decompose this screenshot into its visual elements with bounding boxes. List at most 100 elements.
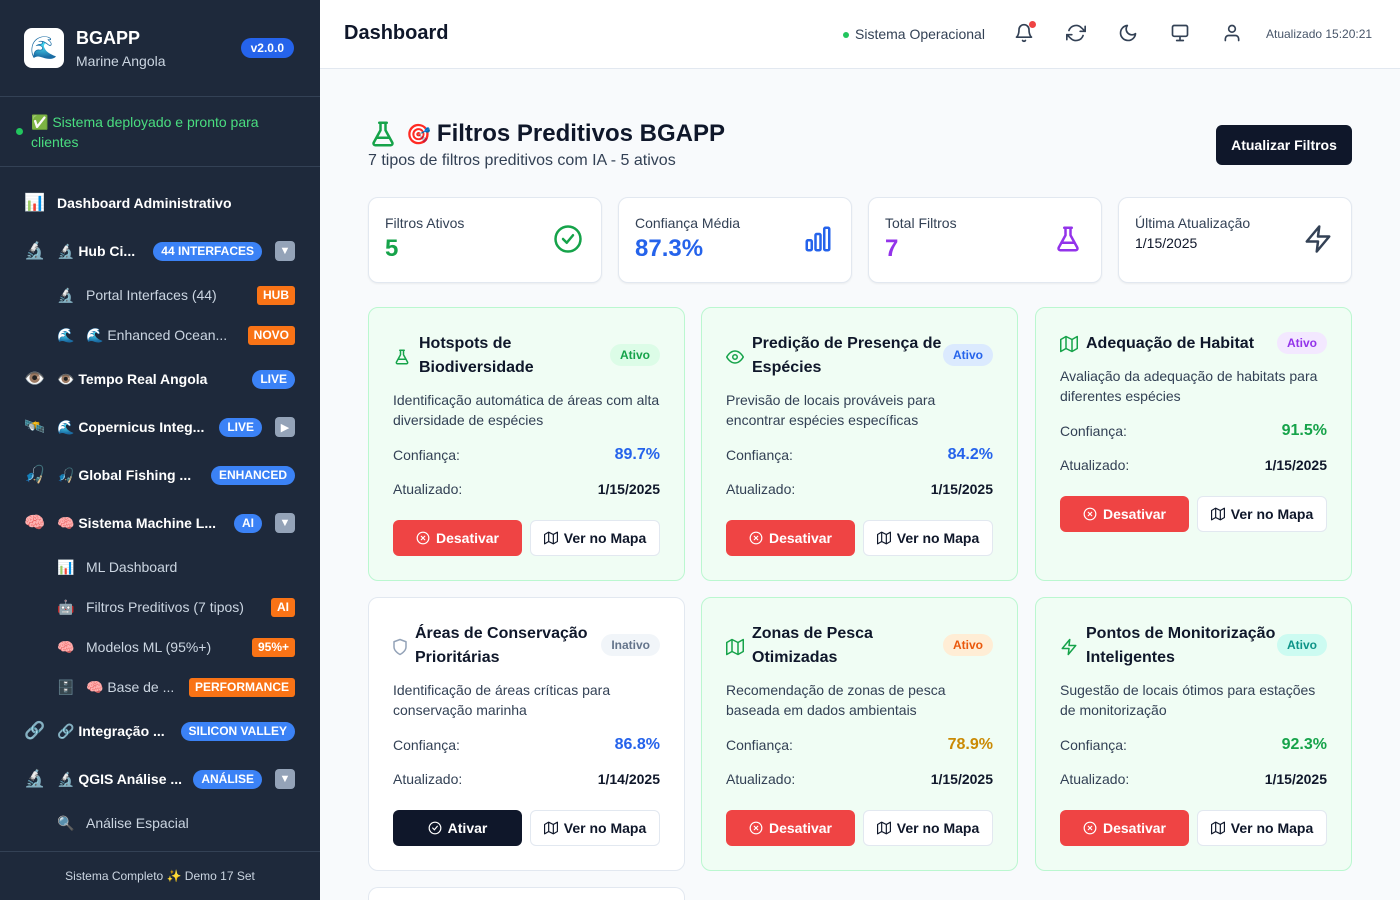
confidence-value: 86.8% bbox=[614, 736, 660, 753]
sidebar-item-tempo-real[interactable]: 👁️ 👁️ Tempo Real Angola LIVE bbox=[0, 361, 320, 397]
sidebar-item-modelos-ml[interactable]: 🧠 Modelos ML (95%+) 95%+ bbox=[0, 629, 320, 665]
section-title-text: Filtros Preditivos BGAPP bbox=[436, 120, 725, 147]
confidence-value: 92.3% bbox=[1281, 736, 1327, 753]
deactivate-button[interactable]: Desativar bbox=[1060, 496, 1189, 532]
sidebar-item-label: 🧠 Base de ... bbox=[86, 678, 175, 695]
sidebar-badge: HUB bbox=[257, 285, 295, 305]
view-map-label: Ver no Mapa bbox=[563, 530, 647, 546]
filter-card-conservation-areas: Áreas de Conservação Prioritárias Inativ… bbox=[368, 597, 685, 871]
sidebar-item-global-fishing[interactable]: 🎣 🎣 Global Fishing ... ENHANCED bbox=[0, 457, 320, 493]
sidebar-item-base-de[interactable]: 🗄️ 🧠 Base de ... PERFORMANCE bbox=[0, 669, 320, 705]
user-icon[interactable] bbox=[1222, 23, 1244, 45]
sidebar-footer: Sistema Completo ✨ Demo 17 Set bbox=[0, 851, 320, 900]
x-circle-icon bbox=[1083, 507, 1097, 521]
refresh-filters-button[interactable]: Atualizar Filtros bbox=[1216, 125, 1352, 165]
sidebar-item-copernicus[interactable]: 🛰️ 🌊 Copernicus Integ... LIVE ▶ bbox=[0, 409, 320, 445]
deactivate-label: Desativar bbox=[768, 530, 833, 546]
filter-description: Recomendação de zonas de pesca baseada e… bbox=[726, 682, 946, 718]
deploy-status-text: ✅ Sistema deployado e pronto para client… bbox=[31, 114, 259, 150]
sidebar-item-label: Dashboard Administrativo bbox=[57, 195, 232, 211]
map-icon bbox=[1210, 507, 1225, 521]
view-map-label: Ver no Mapa bbox=[1230, 506, 1314, 522]
chart-icon: 📊 bbox=[24, 193, 46, 212]
sidebar-item-label: ML Dashboard bbox=[86, 559, 178, 575]
filter-description: Previsão de locais prováveis para encont… bbox=[726, 392, 936, 428]
target-icon: 🎯 bbox=[406, 123, 431, 146]
filter-description: Identificação de áreas críticas para con… bbox=[393, 682, 611, 718]
chevron-down-icon[interactable]: ▼ bbox=[275, 241, 295, 261]
microscope-icon: 🔬 bbox=[24, 241, 46, 260]
sidebar-item-hub[interactable]: 🔬 🔬 Hub Ci... 44 INTERFACES ▼ bbox=[0, 233, 320, 269]
updated-label: Atualizado: bbox=[1060, 771, 1130, 787]
last-updated-time: Atualizado 15:20:21 bbox=[1266, 27, 1373, 41]
view-map-button[interactable]: Ver no Mapa bbox=[863, 810, 993, 846]
sidebar-item-label: 👁️ Tempo Real Angola bbox=[57, 370, 208, 387]
deactivate-button[interactable]: Desativar bbox=[726, 810, 855, 846]
sidebar-item-enhanced-ocean[interactable]: 🌊 🌊 Enhanced Ocean... NOVO bbox=[0, 317, 320, 353]
moon-icon[interactable] bbox=[1118, 23, 1140, 45]
activate-button[interactable]: Ativar bbox=[393, 810, 522, 846]
updated-value: 1/15/2025 bbox=[930, 481, 993, 497]
sidebar-item-machine-learning[interactable]: 🧠 🧠 Sistema Machine L... AI ▼ bbox=[0, 505, 320, 541]
sidebar-item-label: Filtros Preditivos (7 tipos) bbox=[86, 599, 244, 615]
view-map-label: Ver no Mapa bbox=[896, 530, 980, 546]
chevron-down-icon[interactable]: ▼ bbox=[275, 513, 295, 533]
microscope-icon: 🔬 bbox=[57, 286, 75, 303]
view-map-button[interactable]: Ver no Mapa bbox=[863, 520, 993, 556]
stat-card-avg-confidence: Confiança Média 87.3% bbox=[618, 197, 852, 283]
deactivate-button[interactable]: Desativar bbox=[726, 520, 855, 556]
updated-value: 1/15/2025 bbox=[1264, 771, 1327, 787]
sidebar-item-label: 🔬 QGIS Análise ... bbox=[57, 770, 183, 787]
status-badge: Ativo bbox=[1277, 634, 1327, 656]
refresh-icon[interactable] bbox=[1066, 23, 1088, 45]
check-circle-icon bbox=[554, 225, 582, 253]
fishing-icon: 🎣 bbox=[24, 465, 46, 484]
map-icon bbox=[543, 531, 558, 545]
sidebar-item-ml-dashboard[interactable]: 📊 ML Dashboard bbox=[0, 549, 320, 585]
deploy-status: ✅ Sistema deployado e pronto para client… bbox=[0, 97, 320, 167]
sidebar-badge: 44 INTERFACES bbox=[153, 241, 262, 261]
lightning-icon bbox=[1305, 225, 1331, 253]
confidence-label: Confiança: bbox=[1060, 423, 1127, 439]
play-icon[interactable]: ▶ bbox=[275, 417, 295, 437]
sidebar-item-label: 🌊 Enhanced Ocean... bbox=[86, 326, 228, 343]
main-content: 🎯 Filtros Preditivos BGAPP 7 tipos de fi… bbox=[320, 69, 1400, 900]
confidence-label: Confiança: bbox=[393, 447, 460, 463]
sidebar-item-label: Análise Espacial bbox=[86, 815, 189, 831]
confidence-value: 89.7% bbox=[614, 446, 660, 463]
map-icon bbox=[726, 638, 744, 656]
sidebar-item-filtros-preditivos[interactable]: 🤖 Filtros Preditivos (7 tipos) AI bbox=[0, 589, 320, 625]
status-badge: Ativo bbox=[943, 344, 993, 366]
system-status: Sistema Operacional bbox=[843, 26, 985, 42]
updated-value: 1/15/2025 bbox=[1264, 457, 1327, 473]
updated-label: Atualizado: bbox=[393, 481, 463, 497]
flask-icon bbox=[372, 121, 394, 147]
filter-card-habitat-suitability: Adequação de Habitat Ativo Avaliação da … bbox=[1035, 307, 1352, 581]
sidebar-badge: NOVO bbox=[247, 325, 295, 345]
sidebar-item-dashboard[interactable]: 📊 Dashboard Administrativo bbox=[0, 185, 320, 221]
view-map-button[interactable]: Ver no Mapa bbox=[1197, 810, 1327, 846]
map-icon bbox=[1210, 821, 1225, 835]
bell-icon[interactable] bbox=[1014, 21, 1036, 45]
view-map-button[interactable]: Ver no Mapa bbox=[530, 520, 660, 556]
monitor-icon[interactable] bbox=[1170, 23, 1192, 45]
status-dot-icon bbox=[16, 128, 23, 135]
stat-card-active-filters: Filtros Ativos 5 bbox=[368, 197, 602, 283]
sidebar-item-portal-interfaces[interactable]: 🔬 Portal Interfaces (44) HUB bbox=[0, 277, 320, 313]
updated-label: Atualizado: bbox=[726, 481, 796, 497]
link-icon: 🔗 bbox=[24, 721, 46, 740]
confidence-label: Confiança: bbox=[1060, 737, 1127, 753]
sidebar-item-qgis[interactable]: 🔬 🔬 QGIS Análise ... ANÁLISE ▼ bbox=[0, 761, 320, 797]
filter-card-biodiversity-hotspots: Hotspots de Biodiversidade Ativo Identif… bbox=[368, 307, 685, 581]
microscope-icon: 🔬 bbox=[24, 769, 46, 788]
view-map-button[interactable]: Ver no Mapa bbox=[530, 810, 660, 846]
sidebar-item-analise-espacial[interactable]: 🔍 Análise Espacial bbox=[0, 805, 320, 841]
map-icon bbox=[1060, 335, 1078, 353]
deactivate-button[interactable]: Desativar bbox=[1060, 810, 1189, 846]
view-map-button[interactable]: Ver no Mapa bbox=[1197, 496, 1327, 532]
sidebar-item-integracao[interactable]: 🔗 🔗 Integração ... SILICON VALLEY bbox=[0, 713, 320, 749]
map-icon bbox=[543, 821, 558, 835]
chevron-down-icon[interactable]: ▼ bbox=[275, 769, 295, 789]
deactivate-button[interactable]: Desativar bbox=[393, 520, 522, 556]
eye-icon bbox=[726, 350, 744, 364]
